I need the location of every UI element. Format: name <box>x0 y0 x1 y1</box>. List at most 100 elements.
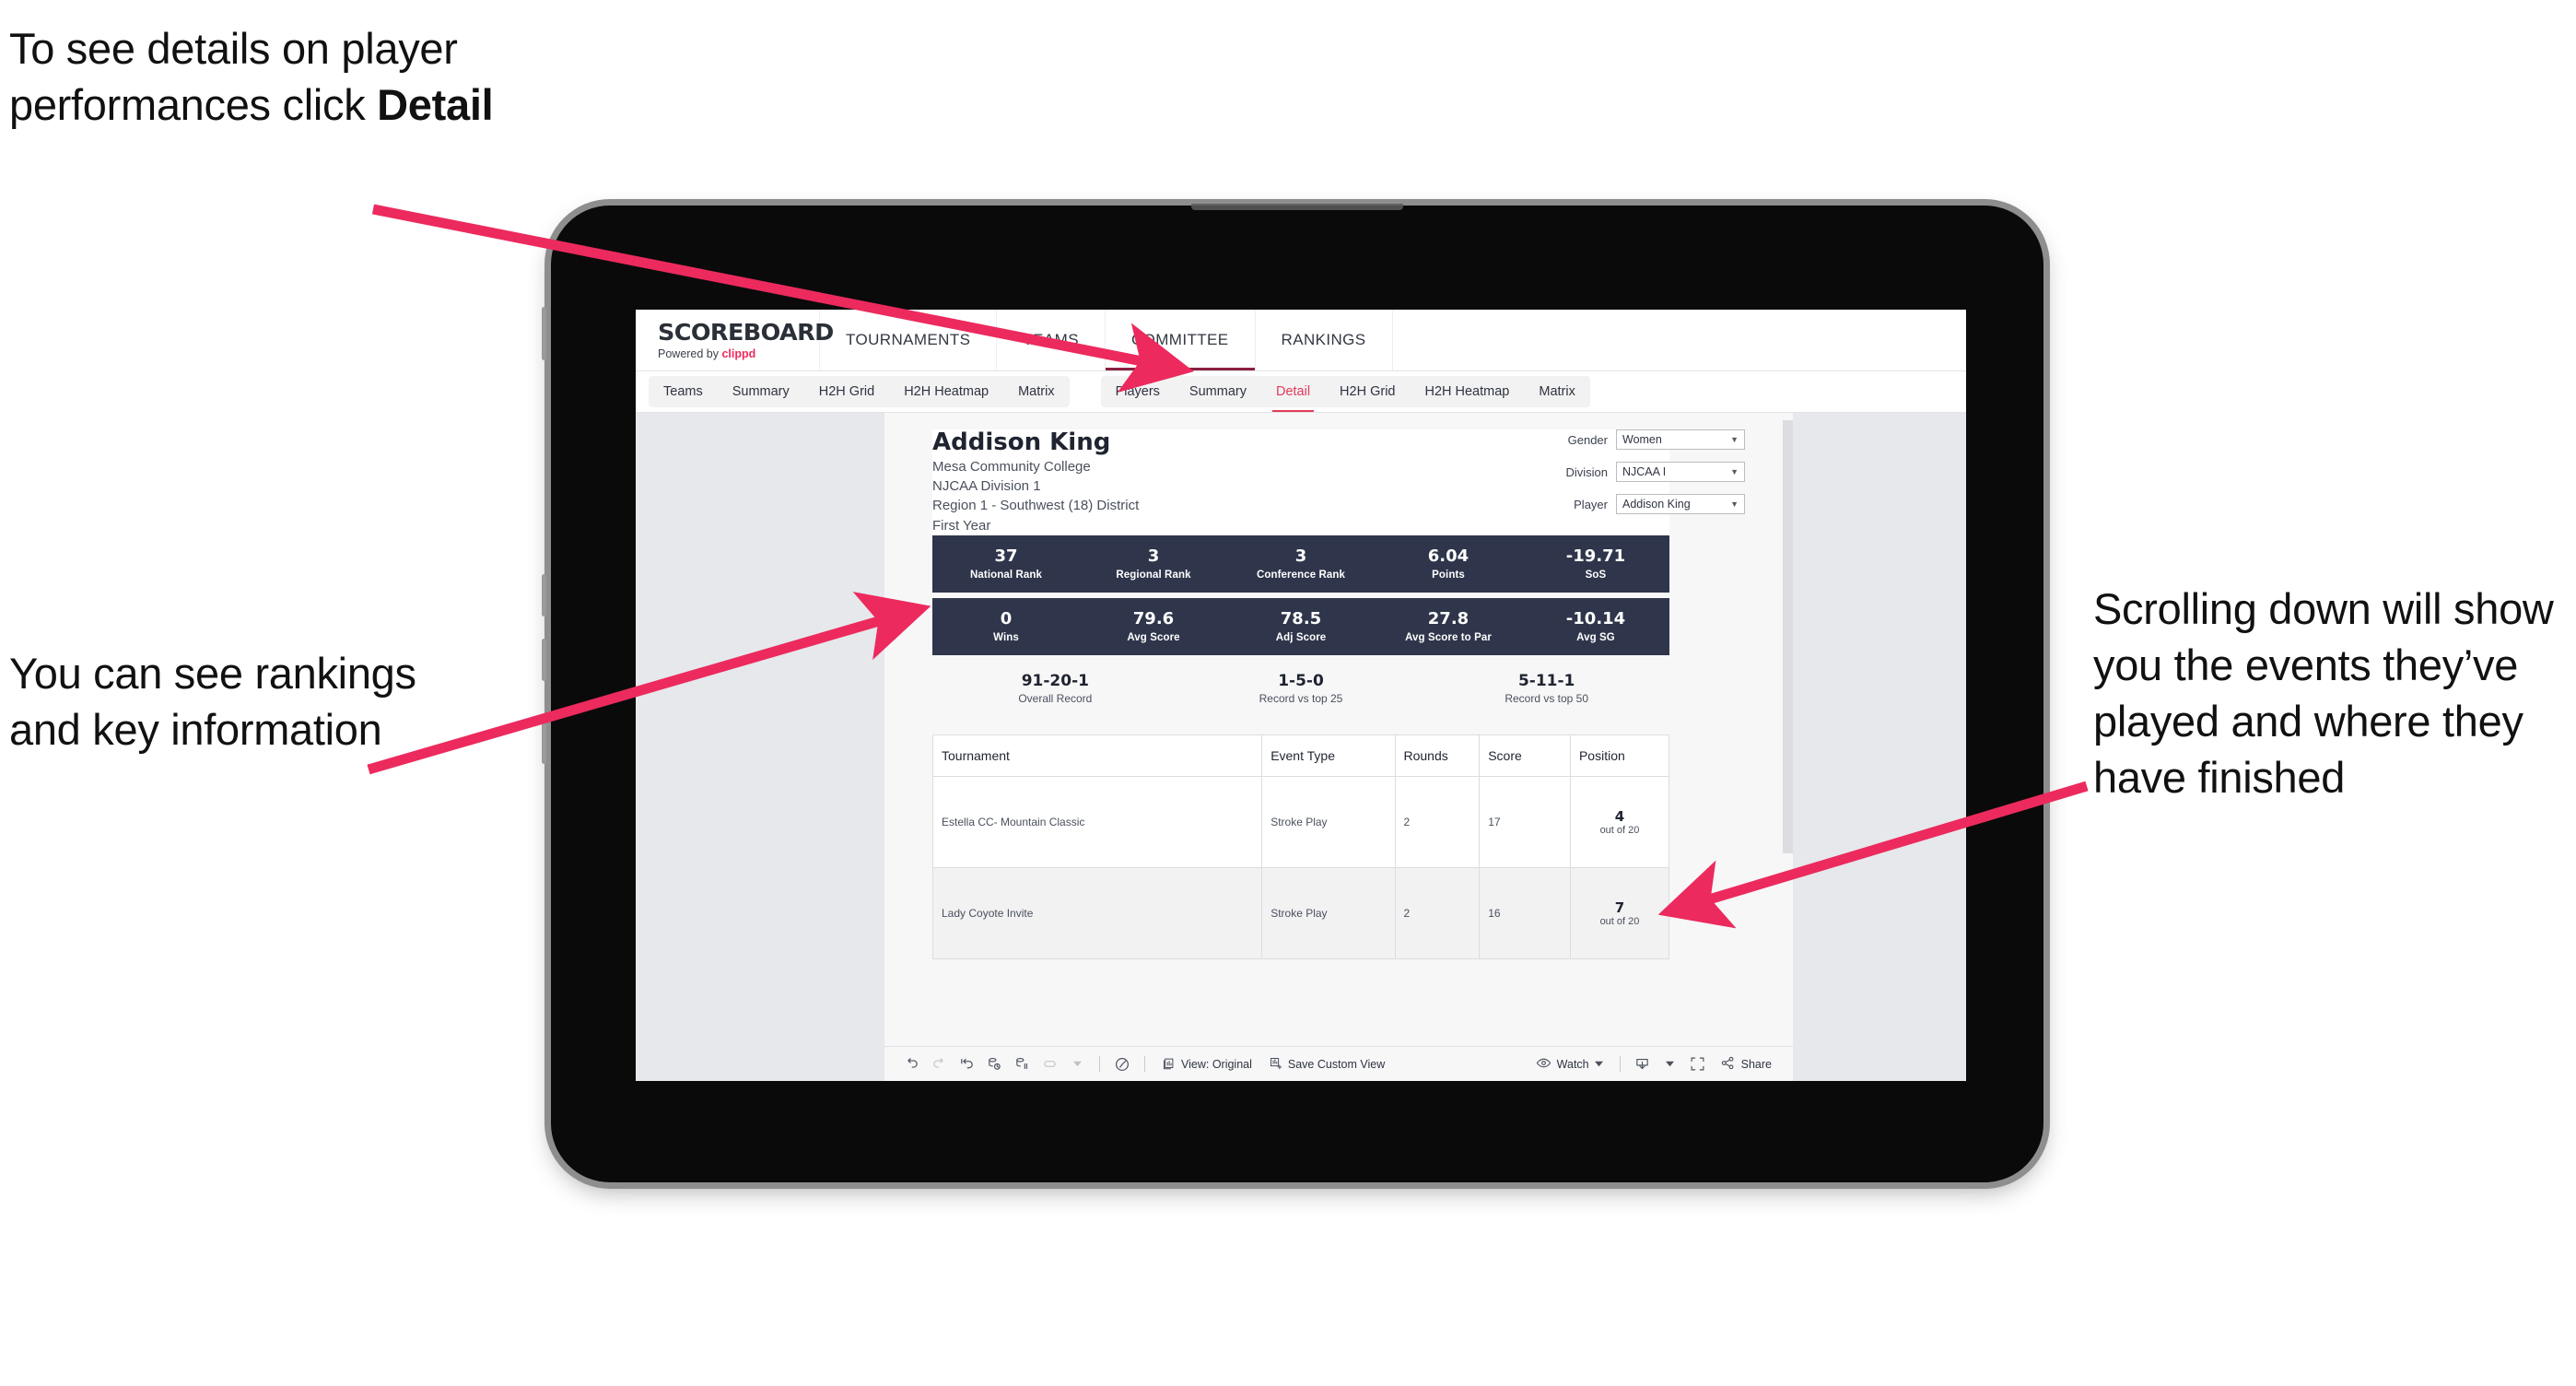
share-icon <box>1720 1055 1736 1074</box>
show-me-icon[interactable] <box>1108 1051 1136 1078</box>
chevron-down-icon[interactable] <box>1063 1051 1091 1078</box>
filter-gender-select[interactable]: Women ▼ <box>1616 429 1745 450</box>
chevron-down-icon[interactable] <box>1657 1051 1684 1078</box>
workspace-right-gutter <box>1793 413 1966 1081</box>
tablet-power-button <box>542 307 546 360</box>
cell-position-value: 7 <box>1614 899 1625 917</box>
view-original-label: View: Original <box>1181 1057 1252 1071</box>
stat-national-rank-label: National Rank <box>970 569 1042 581</box>
stat-conference-rank-label: Conference Rank <box>1256 569 1346 581</box>
stat-avg-sg-value: -10.14 <box>1565 609 1626 629</box>
table-row[interactable]: Estella CC- Mountain Classic Stroke Play… <box>931 776 1670 869</box>
nav-item-tournaments[interactable]: TOURNAMENTS <box>820 310 998 370</box>
cell-event-type: Stroke Play <box>1261 867 1396 960</box>
stat-conference-rank-value: 3 <box>1294 546 1307 567</box>
chevron-down-icon: ▼ <box>1730 499 1739 509</box>
refresh-data-icon[interactable] <box>980 1051 1008 1078</box>
tab-players-summary[interactable]: Summary <box>1175 376 1261 407</box>
cell-position-value: 4 <box>1614 808 1625 826</box>
stat-sos: -19.71 SoS <box>1522 547 1669 581</box>
column-header-event-type[interactable]: Event Type <box>1261 734 1396 778</box>
share-button[interactable]: Share <box>1712 1055 1780 1074</box>
stat-regional-rank-value: 3 <box>1147 546 1160 567</box>
toolbar-divider <box>1144 1056 1145 1072</box>
tab-players-matrix[interactable]: Matrix <box>1524 376 1589 407</box>
stat-wins: 0 Wins <box>932 610 1080 643</box>
stat-national-rank: 37 National Rank <box>932 547 1080 581</box>
tab-teams-summary[interactable]: Summary <box>718 376 804 407</box>
brand-title: SCOREBOARD <box>658 318 834 346</box>
tournaments-table-body: Estella CC- Mountain Classic Stroke Play… <box>931 776 1670 960</box>
filter-player-label: Player <box>1574 497 1608 511</box>
tournaments-table-head: Tournament Event Type Rounds Score Posit… <box>931 734 1670 778</box>
tab-teams-matrix[interactable]: Matrix <box>1003 376 1069 407</box>
tab-players[interactable]: Players <box>1101 376 1175 407</box>
record-top25-label: Record vs top 25 <box>1259 692 1343 706</box>
stat-adj-score: 78.5 Adj Score <box>1227 610 1375 643</box>
fullscreen-icon[interactable] <box>1684 1051 1712 1078</box>
nav-item-teams[interactable]: TEAMS <box>997 310 1106 370</box>
pause-auto-update-icon[interactable] <box>1036 1051 1063 1078</box>
column-header-rounds[interactable]: Rounds <box>1394 734 1481 778</box>
redo-icon[interactable] <box>925 1051 953 1078</box>
tab-teams-h2h-grid[interactable]: H2H Grid <box>804 376 889 407</box>
callout-rankings: You can see rankings and key information <box>9 649 416 755</box>
watch-button[interactable]: Watch <box>1528 1055 1611 1074</box>
column-header-position[interactable]: Position <box>1569 734 1670 778</box>
stat-points: 6.04 Points <box>1375 547 1522 581</box>
bottom-toolbar: View: Original Save Custom View Watch Sh… <box>884 1046 1793 1081</box>
stat-sos-label: SoS <box>1585 569 1607 581</box>
record-top25: 1-5-0 Record vs top 25 <box>1178 672 1424 705</box>
chevron-down-icon: ▼ <box>1730 435 1739 444</box>
stats-bar-scoring: 0 Wins 79.6 Avg Score 78.5 Adj Score 27.… <box>932 598 1669 656</box>
tab-players-h2h-heatmap[interactable]: H2H Heatmap <box>1410 376 1524 407</box>
save-custom-view-button[interactable]: Save Custom View <box>1260 1056 1393 1073</box>
brand-powered-prefix: Powered by <box>658 346 722 360</box>
table-row[interactable]: Lady Coyote Invite Stroke Play 2 16 7 ou… <box>931 867 1670 960</box>
filter-division-label: Division <box>1565 464 1608 479</box>
tab-teams-h2h-heatmap[interactable]: H2H Heatmap <box>889 376 1003 407</box>
brand-subtitle: Powered by clippd <box>658 347 819 360</box>
tab-players-h2h-grid[interactable]: H2H Grid <box>1325 376 1410 407</box>
toolbar-divider <box>1619 1056 1621 1072</box>
brand-powered-name: clippd <box>721 346 756 360</box>
filter-division-value: NJCAA I <box>1622 465 1667 478</box>
filter-gender-value: Women <box>1622 433 1662 446</box>
nav-item-committee[interactable]: COMMITTEE <box>1106 310 1256 370</box>
brand-logo[interactable]: SCOREBOARD Powered by clippd <box>636 310 834 370</box>
revert-icon[interactable] <box>953 1051 980 1078</box>
vertical-scrollbar[interactable] <box>1783 420 1793 853</box>
cell-rounds: 2 <box>1394 776 1481 869</box>
filter-player-value: Addison King <box>1622 498 1691 511</box>
cell-score: 17 <box>1479 776 1571 869</box>
nav-item-rankings[interactable]: RANKINGS <box>1256 310 1393 370</box>
cell-score: 16 <box>1479 867 1571 960</box>
stat-sos-value: -19.71 <box>1565 546 1626 567</box>
cell-position: 7 out of 20 <box>1569 867 1670 960</box>
filter-division-select[interactable]: NJCAA I ▼ <box>1616 462 1745 482</box>
undo-icon[interactable] <box>897 1051 925 1078</box>
tab-players-detail[interactable]: Detail <box>1261 376 1325 412</box>
download-icon[interactable] <box>1629 1051 1657 1078</box>
report-sheet: Addison King Mesa Community College NJCA… <box>884 413 1793 1081</box>
tab-group-teams: Teams Summary H2H Grid H2H Heatmap Matri… <box>649 376 1070 407</box>
slide-canvas: To see details on player performances cl… <box>0 0 2576 1386</box>
pause-data-icon[interactable] <box>1008 1051 1036 1078</box>
cell-event-type: Stroke Play <box>1261 776 1396 869</box>
records-row: 91-20-1 Overall Record 1-5-0 Record vs t… <box>932 672 1669 714</box>
tab-teams[interactable]: Teams <box>649 376 718 407</box>
watch-label: Watch <box>1556 1057 1589 1071</box>
column-header-score[interactable]: Score <box>1479 734 1571 778</box>
record-overall-value: 91-20-1 <box>1021 672 1089 691</box>
filter-gender: Gender Women ▼ <box>1546 429 1745 450</box>
callout-scrolling: Scrolling down will show you the events … <box>2093 584 2554 803</box>
view-original-button[interactable]: View: Original <box>1153 1056 1260 1073</box>
cell-tournament: Lady Coyote Invite <box>931 867 1263 960</box>
toolbar-divider <box>1099 1056 1100 1072</box>
filter-player: Player Addison King ▼ <box>1546 494 1745 514</box>
stat-avg-sg-label: Avg SG <box>1576 631 1615 643</box>
filter-player-select[interactable]: Addison King ▼ <box>1616 494 1745 514</box>
column-header-tournament[interactable]: Tournament <box>931 734 1263 778</box>
stat-avg-score-value: 79.6 <box>1132 609 1175 629</box>
filter-division: Division NJCAA I ▼ <box>1546 462 1745 482</box>
